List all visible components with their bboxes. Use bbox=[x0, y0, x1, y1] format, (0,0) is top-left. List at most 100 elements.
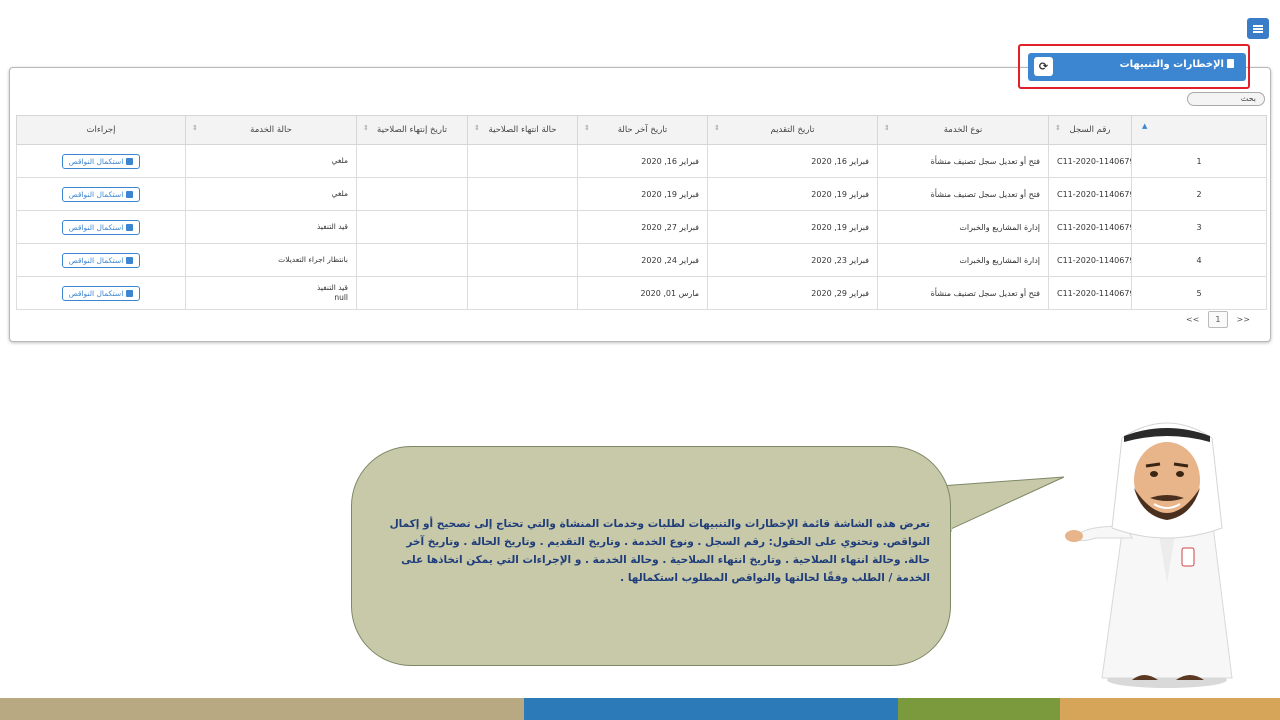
complete-deficiencies-button[interactable]: استكمال النواقص bbox=[61, 252, 141, 268]
col-header-expiry-date[interactable]: ⇕ تاريخ إنتهاء الصلاحية bbox=[356, 115, 468, 145]
service-type-cell: إدارة المشاريع والخبرات bbox=[877, 243, 1049, 277]
pagination: << 1 >> bbox=[1186, 311, 1250, 328]
action-label: استكمال النواقص bbox=[68, 255, 124, 265]
col-header-expiry-status[interactable]: ⇕ حالة انتهاء الصلاحية bbox=[467, 115, 578, 145]
expiry-status-cell bbox=[467, 210, 578, 244]
status-line: ملغي bbox=[331, 156, 348, 165]
record-number-cell: C11-2020-1140679-PMM12 bbox=[1048, 243, 1132, 277]
bottom-strip-2 bbox=[524, 698, 898, 720]
action-label: استكمال النواقص bbox=[68, 288, 124, 298]
complete-deficiencies-button[interactable]: استكمال النواقص bbox=[61, 285, 141, 301]
col-header-actions: إجراءات bbox=[16, 115, 186, 145]
edit-icon bbox=[126, 157, 134, 165]
sort-icon: ⇕ bbox=[584, 124, 590, 132]
bottom-strip-3 bbox=[898, 698, 1060, 720]
record-number-cell: C11-2020-1140679-C17 bbox=[1048, 276, 1132, 310]
bubble-tail bbox=[940, 476, 1065, 535]
last-status-date-cell: فبراير 27, 2020 bbox=[577, 210, 708, 244]
sort-icon: ⇕ bbox=[192, 124, 198, 132]
table-row: استكمال النواقص قيد التنفيذ null مارس 01, 2… bbox=[16, 276, 1267, 310]
document-icon bbox=[1227, 59, 1234, 68]
bottom-strip-1 bbox=[0, 698, 524, 720]
edit-icon bbox=[126, 223, 134, 231]
sort-icon: ⇕ bbox=[714, 124, 720, 132]
record-number-cell: C11-2020-1140679-C8 bbox=[1048, 177, 1132, 211]
edit-icon bbox=[126, 190, 134, 198]
col-header-submit-date[interactable]: ⇕ تاريخ التقديم bbox=[707, 115, 878, 145]
action-label: استكمال النواقص bbox=[68, 222, 124, 232]
actions-cell: استكمال النواقص bbox=[16, 210, 186, 244]
expiry-date-cell bbox=[356, 210, 468, 244]
last-status-date-cell: فبراير 19, 2020 bbox=[577, 177, 708, 211]
action-label: استكمال النواقص bbox=[68, 189, 124, 199]
status-line: بانتظار اجراء التعديلات bbox=[278, 255, 348, 264]
bottom-strip-4 bbox=[1060, 698, 1280, 720]
record-number-cell: C11-2020-1140679-C6 bbox=[1048, 144, 1132, 178]
table-header-row: إجراءات ⇕ حالة الخدمة ⇕ تاريخ إنتهاء الصلا… bbox=[16, 115, 1267, 145]
pager-page-1[interactable]: 1 bbox=[1208, 311, 1228, 328]
complete-deficiencies-button[interactable]: استكمال النواقص bbox=[61, 186, 141, 202]
actions-cell: استكمال النواقص bbox=[16, 243, 186, 277]
pager-next-button[interactable]: >> bbox=[1237, 315, 1250, 324]
service-type-cell: إدارة المشاريع والخبرات bbox=[877, 210, 1049, 244]
edit-icon bbox=[126, 256, 134, 264]
last-status-date-cell: مارس 01, 2020 bbox=[577, 276, 708, 310]
table-row: استكمال النواقص ملغي فبراير 19, 2020 فبراير… bbox=[16, 177, 1267, 211]
col-header-last-status-date[interactable]: ⇕ تاريخ آخر حالة bbox=[577, 115, 708, 145]
complete-deficiencies-button[interactable]: استكمال النواقص bbox=[61, 219, 141, 235]
sort-icon: ⇕ bbox=[884, 124, 890, 132]
record-number-cell: C11-2020-1140679-PMM11 bbox=[1048, 210, 1132, 244]
status-line: قيد التنفيذ bbox=[316, 222, 348, 231]
col-header-service-status[interactable]: ⇕ حالة الخدمة bbox=[185, 115, 357, 145]
sort-icon: ⇕ bbox=[363, 124, 369, 132]
sort-icon: ⇕ bbox=[474, 124, 480, 132]
submit-date-cell: فبراير 29, 2020 bbox=[707, 276, 878, 310]
action-label: استكمال النواقص bbox=[68, 156, 124, 166]
row-index-cell: 1 bbox=[1131, 144, 1267, 178]
search-button[interactable]: بحث bbox=[1187, 92, 1265, 106]
notifications-table: إجراءات ⇕ حالة الخدمة ⇕ تاريخ إنتهاء الصلا… bbox=[16, 115, 1267, 310]
expiry-status-cell bbox=[467, 243, 578, 277]
service-status-cell: ملغي bbox=[185, 177, 357, 211]
bubble-description: تعرض هذه الشاشة قائمة الإخطارات والتنبيه… bbox=[389, 518, 930, 584]
expiry-status-cell bbox=[467, 177, 578, 211]
pager-prev-button[interactable]: << bbox=[1186, 315, 1199, 324]
row-index-cell: 2 bbox=[1131, 177, 1267, 211]
status-line-extra: null bbox=[334, 293, 348, 302]
panel-title-text: الإخطارات والتنبيهات bbox=[1119, 59, 1224, 70]
menu-button[interactable] bbox=[1247, 18, 1269, 39]
last-status-date-cell: فبراير 16, 2020 bbox=[577, 144, 708, 178]
expiry-date-cell bbox=[356, 144, 468, 178]
actions-cell: استكمال النواقص bbox=[16, 177, 186, 211]
status-line: ملغي bbox=[331, 189, 348, 198]
row-index-cell: 5 bbox=[1131, 276, 1267, 310]
complete-deficiencies-button[interactable]: استكمال النواقص bbox=[61, 153, 141, 169]
submit-date-cell: فبراير 19, 2020 bbox=[707, 210, 878, 244]
service-status-cell: قيد التنفيذ bbox=[185, 210, 357, 244]
table-row: استكمال النواقص بانتظار اجراء التعديلات فب… bbox=[16, 243, 1267, 277]
col-header-record-number[interactable]: ⇕ رقم السجل bbox=[1048, 115, 1132, 145]
actions-cell: استكمال النواقص bbox=[16, 144, 186, 178]
service-status-cell: قيد التنفيذ null bbox=[185, 276, 357, 310]
expiry-status-cell bbox=[467, 276, 578, 310]
sort-icon: ⇕ bbox=[1055, 124, 1061, 132]
refresh-icon: ⟳ bbox=[1038, 60, 1049, 73]
hamburger-icon bbox=[1253, 24, 1263, 33]
service-type-cell: فتح أو تعديل سجل تصنيف منشأة bbox=[877, 276, 1049, 310]
expiry-date-cell bbox=[356, 276, 468, 310]
table-row: استكمال النواقص ملغي فبراير 16, 2020 فبراير… bbox=[16, 144, 1267, 178]
actions-cell: استكمال النواقص bbox=[16, 276, 186, 310]
col-header-index[interactable]: ▲ bbox=[1131, 115, 1267, 145]
col-header-service-type[interactable]: ⇕ نوع الخدمة bbox=[877, 115, 1049, 145]
table-row: استكمال النواقص قيد التنفيذ فبراير 27, 202… bbox=[16, 210, 1267, 244]
row-index-cell: 4 bbox=[1131, 243, 1267, 277]
service-status-cell: بانتظار اجراء التعديلات bbox=[185, 243, 357, 277]
refresh-button[interactable]: ⟳ bbox=[1034, 57, 1053, 76]
edit-icon bbox=[126, 289, 134, 297]
panel-header: الإخطارات والتنبيهات ⟳ bbox=[1028, 53, 1246, 81]
submit-date-cell: فبراير 19, 2020 bbox=[707, 177, 878, 211]
panel-title: الإخطارات والتنبيهات bbox=[1120, 59, 1234, 70]
submit-date-cell: فبراير 23, 2020 bbox=[707, 243, 878, 277]
service-type-cell: فتح أو تعديل سجل تصنيف منشأة bbox=[877, 144, 1049, 178]
row-index-cell: 3 bbox=[1131, 210, 1267, 244]
